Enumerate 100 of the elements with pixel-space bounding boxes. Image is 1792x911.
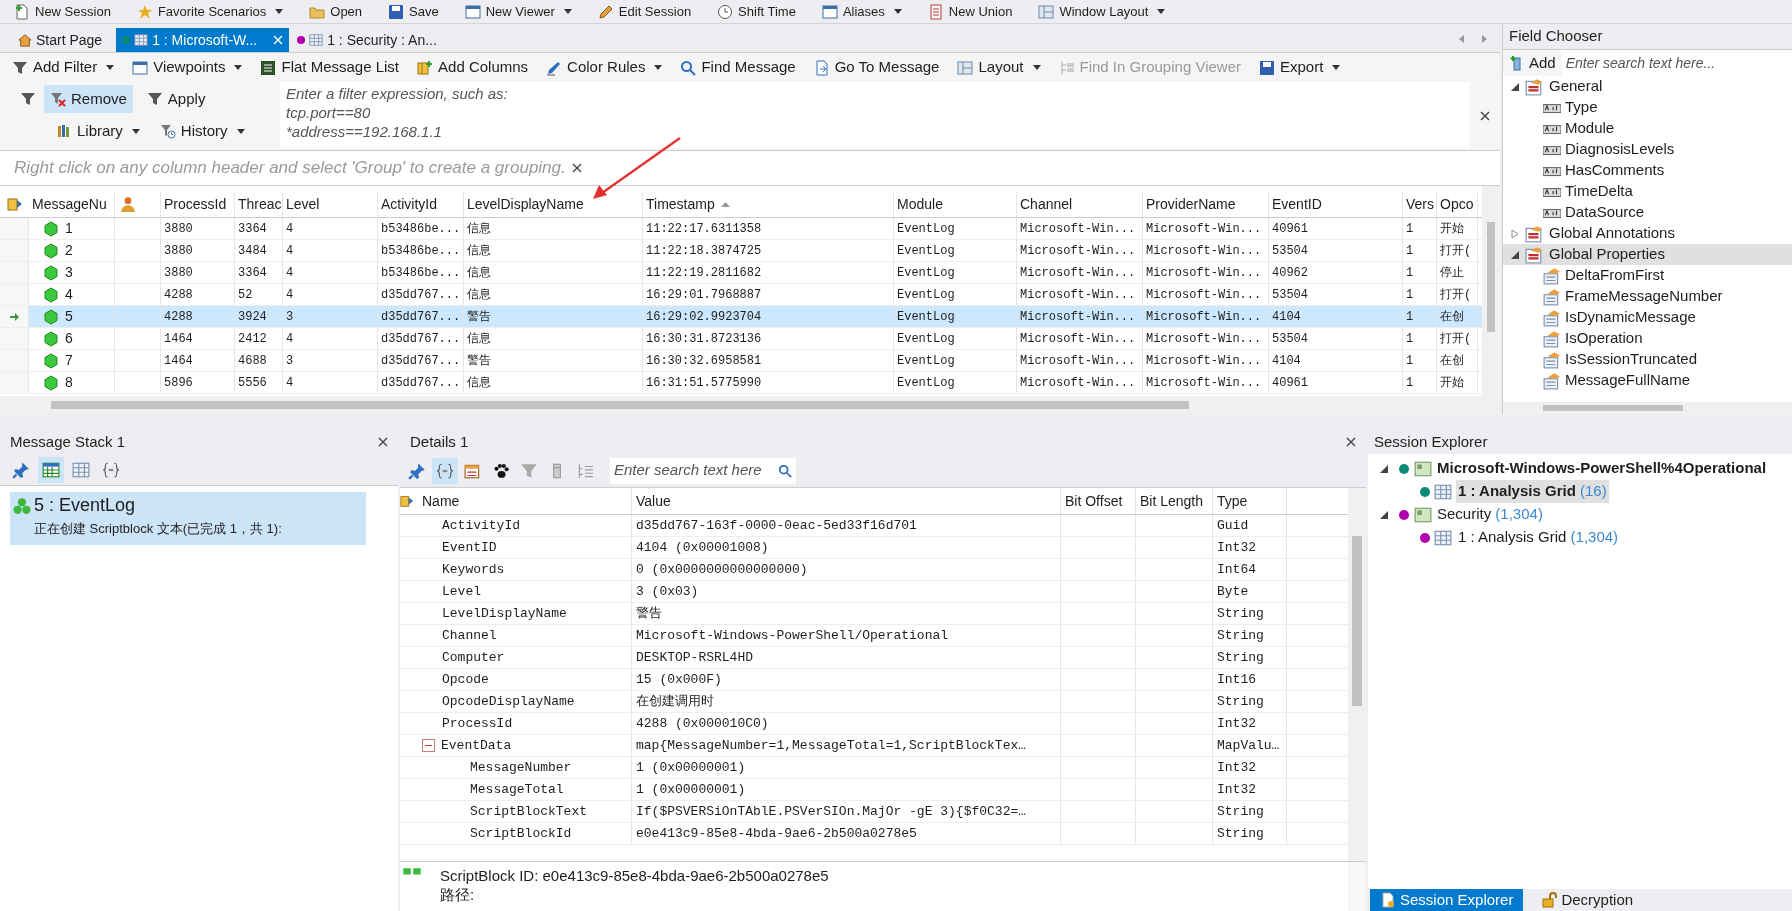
detail-row[interactable]: ScriptBlockId e0e413c9-85e8-4bda-9ae6-2b500a0278e5 String <box>400 823 1348 845</box>
detail-row[interactable]: MessageTotal 1 (0x00000001) Int32 <box>400 779 1348 801</box>
filter-button[interactable]: Apply <box>140 85 212 113</box>
column-header[interactable]: Name <box>418 488 632 514</box>
column-header[interactable]: Level <box>283 191 378 217</box>
column-header[interactable]: Module <box>894 191 1017 217</box>
detail-row[interactable]: EventData map{MessageNumber=1,MessageTotal=1,ScriptBlockTex… MapValu… <box>400 735 1348 757</box>
close-icon[interactable] <box>378 437 388 447</box>
panel-tab[interactable]: Decryption <box>1531 889 1644 911</box>
toolbar-button[interactable]: Flat Message List <box>260 56 400 79</box>
table-row[interactable]: 4 4288 52 4 d35dd767... 信息 16:29:01.7968887 EventLog Microsoft-Win... Microsoft-Win... 53504 1 打开( <box>0 284 1482 306</box>
tab[interactable]: 1 : Microsoft-W... <box>116 28 290 52</box>
toolbar-button[interactable]: Color Rules <box>546 56 663 79</box>
toolbar-button[interactable]: Window Layout <box>1038 1 1166 22</box>
table-row[interactable]: 1 3880 3364 4 b53486be... 信息 11:22:17.6311358 EventLog Microsoft-Win... Microsoft-Win... 40961 1 开始 <box>0 218 1482 240</box>
detail-row[interactable]: OpcodeDisplayName 在创建调用时 String <box>400 691 1348 713</box>
search-field[interactable]: Enter search text here <box>610 457 796 484</box>
detail-row[interactable]: ScriptBlockText If($PSVERSiOnTAblE.PSVerSIOn.MajOr -gE 3){$f0C32=… String <box>400 801 1348 823</box>
expanded-icon[interactable] <box>1511 82 1519 91</box>
tree-item[interactable]: Type <box>1503 97 1792 118</box>
toolbar-button[interactable]: New Union <box>927 1 1013 22</box>
tree-item[interactable]: IsSessionTruncated <box>1503 349 1792 370</box>
toolbar-button[interactable]: Save <box>388 1 439 22</box>
toolbar-button[interactable]: Aliases <box>821 1 902 22</box>
toolbar-button[interactable]: Go To Message <box>813 56 940 79</box>
toolbar-button[interactable]: Layout <box>957 56 1041 79</box>
tree-item[interactable]: General <box>1503 76 1792 97</box>
close-icon[interactable] <box>1346 437 1356 447</box>
tab[interactable]: Start Page <box>12 28 115 52</box>
filter-button[interactable]: Remove <box>44 85 133 113</box>
expanded-icon[interactable] <box>1380 464 1388 473</box>
table-row[interactable]: 2 3880 3484 4 b53486be... 信息 11:22:18.3874725 EventLog Microsoft-Win... Microsoft-Win... 53504 1 打开( <box>0 240 1482 262</box>
toolbar-button[interactable]: Find Message <box>680 56 796 79</box>
column-header[interactable]: Channel <box>1017 191 1143 217</box>
tree-item[interactable]: Security (1,304) <box>1437 503 1543 526</box>
tree-item[interactable]: IsOperation <box>1503 328 1792 349</box>
search-field[interactable]: Enter search text here... <box>1561 50 1792 76</box>
column-header[interactable]: Threac <box>235 191 283 217</box>
column-header[interactable]: Type <box>1213 488 1287 514</box>
detail-row[interactable]: MessageNumber 1 (0x00000001) Int32 <box>400 757 1348 779</box>
filter-expression-field[interactable]: Enter a filter expression, such as: tcp.port==80 *address==192.168.1.1 <box>280 82 1470 148</box>
table-row[interactable]: 7 1464 4688 3 d35dd767... 警告 16:30:32.6958581 EventLog Microsoft-Win... Microsoft-Win... 4104 1 在创 <box>0 350 1482 372</box>
scrollbar[interactable] <box>1482 186 1500 396</box>
tree-item[interactable]: DataSource <box>1503 202 1792 223</box>
column-header[interactable]: Bit Offset <box>1061 488 1136 514</box>
column-header[interactable]: Timestamp <box>643 191 894 217</box>
scrollbar[interactable] <box>1348 862 1366 911</box>
toolbar-button[interactable]: Edit Session <box>597 1 692 22</box>
table-row[interactable]: 6 1464 2412 4 d35dd767... 信息 16:30:31.8723136 EventLog Microsoft-Win... Microsoft-Win... 53504 1 打开( <box>0 328 1482 350</box>
message-entry[interactable]: 5 : EventLog 正在创建 Scriptblock 文本(已完成 1，共 1): <box>10 492 366 545</box>
expanded-icon[interactable] <box>1511 250 1519 259</box>
detail-row[interactable]: Channel Microsoft-Windows-PowerShell/Operational String <box>400 625 1348 647</box>
scrollbar[interactable] <box>1503 402 1792 414</box>
detail-row[interactable]: ActivityId d35dd767-163f-0000-0eac-5ed33f16d701 Guid <box>400 515 1348 537</box>
tree-item[interactable]: DeltaFromFirst <box>1503 265 1792 286</box>
table-row[interactable]: 8 5896 5556 4 d35dd767... 信息 16:31:51.5775990 EventLog Microsoft-Win... Microsoft-Win... 40961 1 开始 <box>0 372 1482 394</box>
column-header[interactable]: MessageNu <box>29 191 115 217</box>
column-header[interactable]: EventID <box>1269 191 1403 217</box>
tree-item[interactable]: Module <box>1503 118 1792 139</box>
table-row[interactable]: 5 4288 3924 3 d35dd767... 警告 16:29:02.9923704 EventLog Microsoft-Win... Microsoft-Win... 4104 1 在创 <box>0 306 1482 328</box>
toolbar-button[interactable]: Add Filter <box>12 56 115 79</box>
close-icon[interactable] <box>1480 111 1490 121</box>
detail-row[interactable]: EventID 4104 (0x00001008) Int32 <box>400 537 1348 559</box>
tree-item[interactable]: Global Properties <box>1503 244 1792 265</box>
detail-row[interactable]: Computer DESKTOP-RSRL4HD String <box>400 647 1348 669</box>
column-header[interactable]: Value <box>632 488 1061 514</box>
column-header[interactable]: Opco <box>1437 191 1478 217</box>
column-header[interactable]: ActivityId <box>378 191 464 217</box>
detail-row[interactable]: ProcessId 4288 (0x000010C0) Int32 <box>400 713 1348 735</box>
tree-item[interactable]: HasComments <box>1503 160 1792 181</box>
tree-item[interactable]: 1 : Analysis Grid (1,304) <box>1456 526 1621 549</box>
collapse-icon[interactable] <box>422 739 435 752</box>
toolbar-button[interactable]: Favorite Scenarios <box>136 1 284 22</box>
column-header[interactable]: ProcessId <box>161 191 235 217</box>
tree-item[interactable]: Microsoft-Windows-PowerShell%4Operational <box>1437 457 1767 480</box>
tree-item[interactable]: DiagnosisLevels <box>1503 139 1792 160</box>
tree-item[interactable]: Global Annotations <box>1503 223 1792 244</box>
tree-item[interactable]: MessageFullName <box>1503 370 1792 391</box>
column-header[interactable]: Bit Length <box>1136 488 1213 514</box>
panel-tab[interactable]: Session Explorer <box>1370 889 1524 911</box>
collapsed-icon[interactable] <box>1511 229 1519 238</box>
detail-row[interactable]: Keywords 0 (0x0000000000000000) Int64 <box>400 559 1348 581</box>
tree-item[interactable]: FrameMessageNumber <box>1503 286 1792 307</box>
column-header[interactable]: Vers <box>1403 191 1437 217</box>
add-button[interactable]: Add <box>1503 50 1562 76</box>
toolbar-button[interactable]: Shift Time <box>717 1 796 22</box>
toolbar-button[interactable]: Add Columns <box>417 56 529 79</box>
filter-button[interactable]: History <box>153 117 251 145</box>
detail-row[interactable]: Level 3 (0x03) Byte <box>400 581 1348 603</box>
toolbar-button[interactable]: Viewpoints <box>132 56 243 79</box>
table-row[interactable]: 3 3880 3364 4 b53486be... 信息 11:22:19.2811682 EventLog Microsoft-Win... Microsoft-Win... 40962 1 停止 <box>0 262 1482 284</box>
toolbar-button[interactable]: Open <box>309 1 363 22</box>
toolbar-button[interactable]: Export <box>1259 56 1341 79</box>
tree-item[interactable]: 1 : Analysis Grid (16) <box>1456 480 1609 503</box>
toolbar-button[interactable]: New Session <box>14 1 111 22</box>
expanded-icon[interactable] <box>1380 510 1388 519</box>
close-icon[interactable] <box>571 163 582 173</box>
tree-item[interactable]: TimeDelta <box>1503 181 1792 202</box>
filter-button[interactable]: Library <box>50 117 146 145</box>
tab[interactable]: 1 : Security : An... <box>291 28 449 52</box>
